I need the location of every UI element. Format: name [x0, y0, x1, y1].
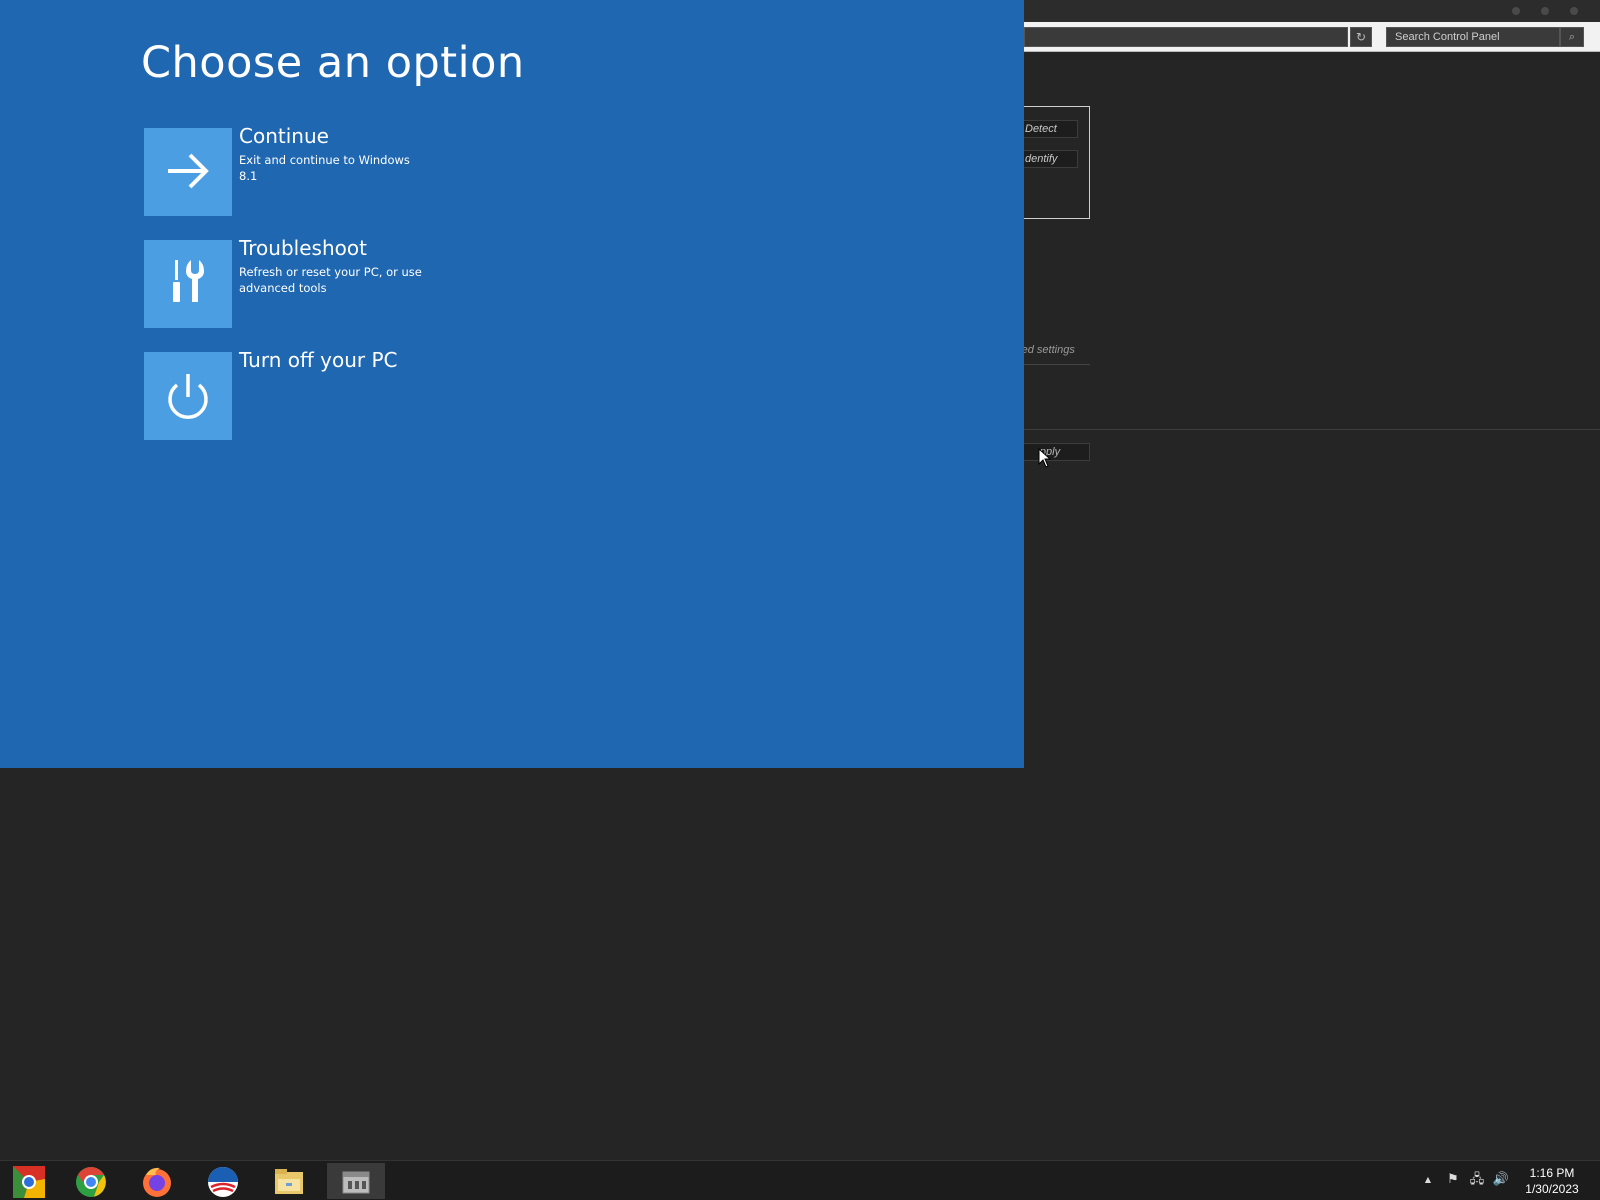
continue-option[interactable]: Continue Exit and continue to Windows 8.…	[144, 124, 564, 216]
address-field[interactable]	[1024, 27, 1348, 47]
chrome-dev-icon	[13, 1166, 45, 1198]
option-description: Refresh or reset your PC, or use advance…	[239, 265, 422, 295]
system-clock[interactable]: 1:16 PM 1/30/2023	[1504, 1165, 1600, 1197]
minimize-button[interactable]	[1512, 7, 1520, 15]
search-input[interactable]: Search Control Panel	[1386, 27, 1560, 47]
search-icon[interactable]: ⌕	[1560, 27, 1584, 47]
turn-off-option[interactable]: Turn off your PC	[144, 348, 564, 440]
choose-option-screen: Choose an option Continue Exit and conti…	[0, 0, 1024, 768]
chrome-taskbar-button[interactable]	[62, 1163, 120, 1199]
action-center-flag-icon[interactable]: ⚑	[1444, 1171, 1462, 1189]
option-title: Turn off your PC	[239, 348, 398, 372]
control-panel-icon	[342, 1171, 370, 1194]
network-icon[interactable]: 🖧	[1468, 1171, 1486, 1189]
taskbar: ▲ ⚑ 🖧 🔊 1:16 PM 1/30/2023	[0, 1160, 1600, 1200]
tools-icon	[173, 260, 204, 302]
control-panel-taskbar-button[interactable]	[327, 1163, 385, 1199]
mouse-cursor-icon	[1038, 448, 1052, 468]
troubleshoot-tile[interactable]	[144, 240, 232, 328]
option-description: Exit and continue to Windows 8.1	[239, 153, 410, 183]
close-button[interactable]	[1570, 7, 1578, 15]
obama-logo-icon	[208, 1167, 238, 1197]
show-hidden-icons-button[interactable]: ▲	[1419, 1171, 1437, 1189]
firefox-icon	[143, 1167, 171, 1197]
continue-tile[interactable]	[144, 128, 232, 216]
power-icon	[168, 374, 208, 419]
troubleshoot-option[interactable]: Troubleshoot Refresh or reset your PC, o…	[144, 236, 564, 328]
page-title: Choose an option	[141, 38, 525, 88]
refresh-icon[interactable]: ↻	[1350, 27, 1372, 47]
turn-off-tile[interactable]	[144, 352, 232, 440]
arrow-right-icon	[168, 153, 209, 189]
obama-taskbar-button[interactable]	[194, 1163, 252, 1199]
clock-date: 1/30/2023	[1525, 1182, 1579, 1196]
chrome-icon	[76, 1167, 106, 1197]
option-title: Continue	[239, 124, 329, 148]
firefox-taskbar-button[interactable]	[128, 1163, 186, 1199]
option-title: Troubleshoot	[239, 236, 367, 260]
chrome-dev-taskbar-button[interactable]	[0, 1163, 58, 1199]
explorer-taskbar-button[interactable]	[260, 1163, 318, 1199]
clock-time: 1:16 PM	[1529, 1166, 1575, 1180]
maximize-button[interactable]	[1541, 7, 1549, 15]
file-explorer-icon	[275, 1169, 303, 1194]
divider	[1000, 429, 1600, 430]
